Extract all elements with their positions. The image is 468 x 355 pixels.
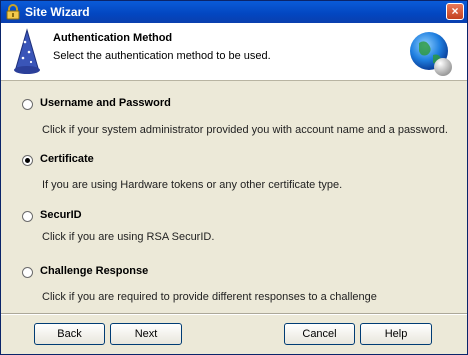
- back-button[interactable]: Back: [34, 323, 105, 345]
- option-label[interactable]: SecurID: [40, 209, 82, 221]
- option-description: Click if you are required to provide dif…: [42, 291, 377, 303]
- radio-username-password[interactable]: [22, 99, 33, 110]
- wizard-hat-icon: [14, 28, 40, 74]
- option-description: Click if your system administrator provi…: [42, 124, 448, 136]
- wizard-header: Authentication Method Select the authent…: [1, 23, 467, 81]
- option-description: If you are using Hardware tokens or any …: [42, 179, 343, 191]
- next-button[interactable]: Next: [110, 323, 182, 345]
- title-bar[interactable]: Site Wizard ×: [1, 1, 467, 23]
- option-label[interactable]: Username and Password: [40, 97, 171, 109]
- page-subtitle: Select the authentication method to be u…: [53, 50, 271, 62]
- window-title: Site Wizard: [25, 5, 90, 19]
- globe-icon: [410, 32, 452, 76]
- close-icon: ×: [451, 4, 459, 18]
- site-wizard-window: Site Wizard × Authentication Method Sele…: [0, 0, 468, 355]
- radio-challenge-response[interactable]: [22, 267, 33, 278]
- radio-securid[interactable]: [22, 211, 33, 222]
- radio-certificate[interactable]: [22, 155, 33, 166]
- option-label[interactable]: Challenge Response: [40, 265, 148, 277]
- cancel-button[interactable]: Cancel: [284, 323, 355, 345]
- close-button[interactable]: ×: [446, 3, 464, 20]
- option-description: Click if you are using RSA SecurID.: [42, 231, 215, 243]
- page-title: Authentication Method: [53, 32, 173, 44]
- lock-icon: [6, 4, 20, 20]
- button-separator: [1, 313, 467, 315]
- option-label[interactable]: Certificate: [40, 153, 94, 165]
- help-button[interactable]: Help: [360, 323, 432, 345]
